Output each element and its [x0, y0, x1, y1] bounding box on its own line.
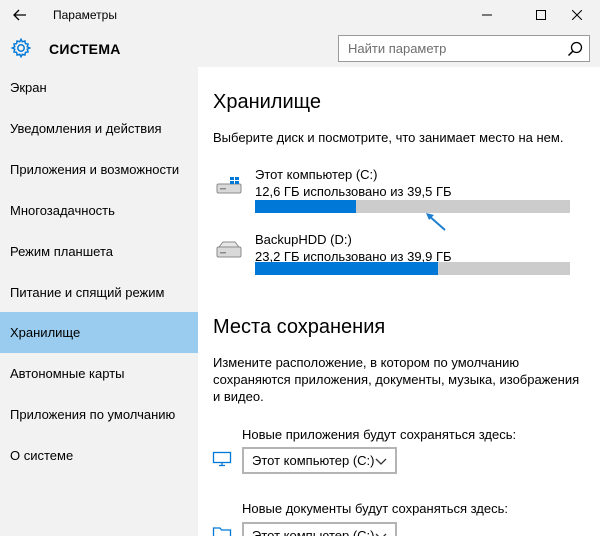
back-button[interactable] — [0, 0, 40, 29]
sidebar-item-apps-features[interactable]: Приложения и возможности — [0, 149, 198, 190]
close-button[interactable] — [554, 0, 600, 29]
annotation-arrow-icon — [426, 213, 446, 231]
new-docs-location-value: Этот компьютер (C:) — [252, 528, 375, 536]
new-docs-location-select[interactable]: Этот компьютер (C:) — [242, 522, 397, 536]
sidebar-nav: Экран Уведомления и действия Приложения … — [0, 67, 198, 536]
sidebar-item-tablet-mode[interactable]: Режим планшета — [0, 231, 198, 272]
title-bar: Параметры — [0, 0, 600, 29]
search-icon[interactable] — [567, 41, 583, 57]
save-locations-heading: Места сохранения — [213, 316, 386, 338]
system-drive-icon[interactable] — [216, 176, 242, 194]
storage-description: Выберите диск и посмотрите, что занимает… — [213, 130, 564, 145]
drive-d-name[interactable]: BackupHDD (D:) — [255, 232, 352, 247]
drive-d-usage-bar[interactable] — [255, 262, 570, 275]
main-content: Хранилище Выберите диск и посмотрите, чт… — [198, 67, 600, 536]
sidebar-item-power-sleep[interactable]: Питание и спящий режим — [0, 272, 198, 313]
sidebar-item-about[interactable]: О системе — [0, 435, 198, 476]
folder-icon — [212, 527, 232, 536]
chevron-down-icon — [375, 458, 387, 465]
sidebar-item-default-apps[interactable]: Приложения по умолчанию — [0, 394, 198, 435]
sidebar-item-offline-maps[interactable]: Автономные карты — [0, 353, 198, 394]
save-locations-desc-line-1: Измените расположение, в котором по умол… — [213, 355, 520, 370]
new-apps-location-select[interactable]: Этот компьютер (C:) — [242, 447, 397, 474]
save-locations-desc-line-3: и видео. — [213, 389, 264, 404]
settings-header: СИСТЕМА — [0, 29, 600, 67]
backup-drive-icon[interactable] — [216, 240, 242, 258]
chevron-down-icon — [375, 533, 387, 536]
drive-c-usage-bar[interactable] — [255, 200, 570, 213]
sidebar-item-notifications[interactable]: Уведомления и действия — [0, 108, 198, 149]
sidebar-item-storage[interactable]: Хранилище — [0, 312, 198, 353]
sidebar-item-multitasking[interactable]: Многозадачность — [0, 190, 198, 231]
sidebar-item-display[interactable]: Экран — [0, 67, 198, 108]
search-box[interactable] — [338, 35, 590, 62]
search-input[interactable] — [339, 36, 559, 61]
monitor-icon — [212, 451, 232, 467]
drive-c-usage: 12,6 ГБ использовано из 39,5 ГБ — [255, 184, 452, 199]
minimize-button[interactable] — [464, 0, 510, 29]
save-locations-desc-line-2: сохраняются приложения, документы, музык… — [213, 372, 580, 387]
maximize-icon — [536, 9, 546, 20]
drive-d-usage-fill — [255, 262, 438, 275]
back-arrow-icon — [13, 9, 26, 20]
storage-heading: Хранилище — [213, 91, 321, 113]
gear-icon — [10, 37, 32, 59]
section-title: СИСТЕМА — [49, 41, 121, 57]
new-apps-label: Новые приложения будут сохраняться здесь… — [242, 427, 517, 442]
window-title: Параметры — [53, 8, 117, 22]
drive-c-name[interactable]: Этот компьютер (C:) — [255, 167, 377, 182]
drive-c-usage-fill — [255, 200, 356, 213]
close-icon — [572, 9, 582, 20]
new-docs-label: Новые документы будут сохраняться здесь: — [242, 501, 509, 516]
new-apps-location-value: Этот компьютер (C:) — [252, 453, 375, 468]
minimize-icon — [482, 14, 492, 15]
